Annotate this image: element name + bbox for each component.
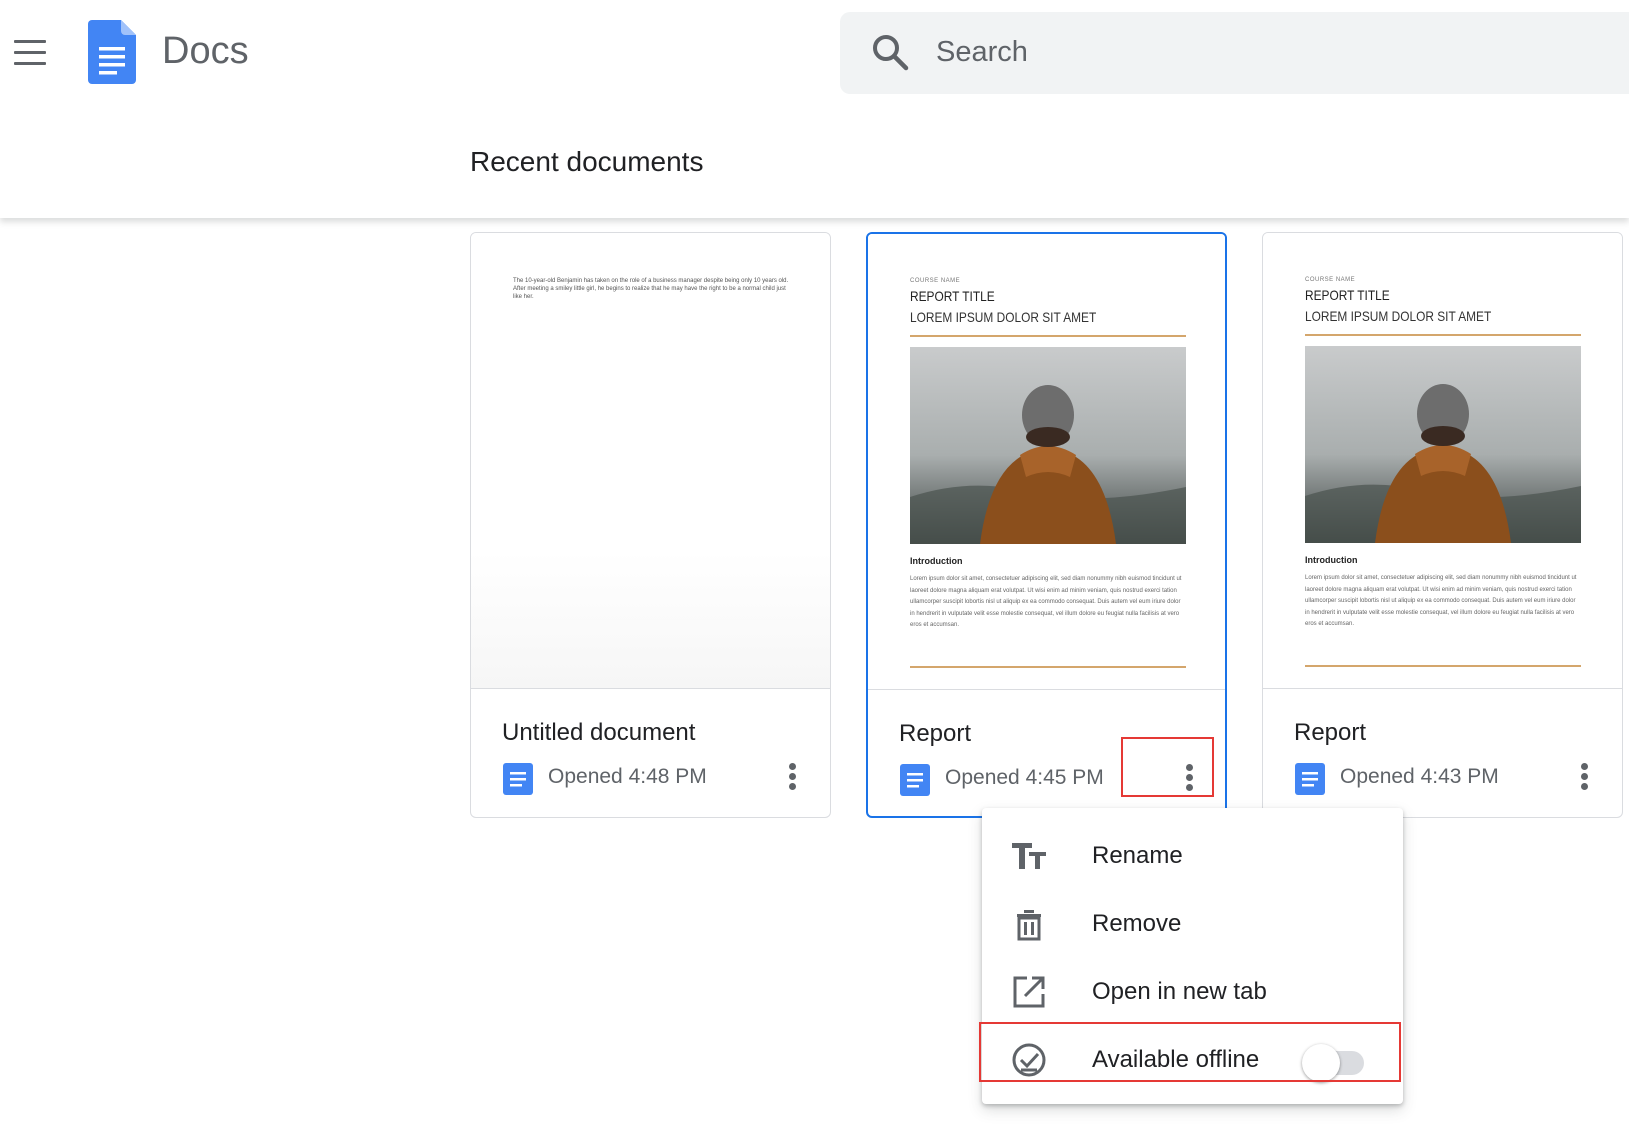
docs-file-icon (503, 763, 533, 795)
document-info: Report Opened 4:45 PM (868, 690, 1225, 816)
menu-label: Open in new tab (1092, 978, 1267, 1005)
docs-home: Docs Recent documents The 10-year-old Be… (0, 0, 1629, 1125)
preview-heading: Introduction (1305, 555, 1358, 565)
docs-file-icon (900, 764, 930, 796)
document-context-menu: Rename Remove Open in new tab Available … (982, 808, 1403, 1104)
document-thumbnail[interactable]: COURSE NAME REPORT TITLE LOREM IPSUM DOL… (868, 234, 1225, 690)
app-title[interactable]: Docs (162, 30, 249, 73)
preview-photo (910, 347, 1186, 544)
preview-rule (910, 666, 1186, 668)
preview-subtitle: LOREM IPSUM DOLOR SIT AMET (910, 309, 1097, 325)
document-thumbnail[interactable]: COURSE NAME REPORT TITLE LOREM IPSUM DOL… (1263, 233, 1622, 689)
search-bar[interactable] (840, 12, 1629, 94)
menu-item-remove[interactable]: Remove (982, 890, 1403, 958)
document-title: Report (899, 720, 972, 747)
more-options-icon[interactable] (781, 759, 805, 795)
menu-label: Remove (1092, 910, 1182, 937)
toggle-knob (1302, 1044, 1340, 1082)
menu-item-rename[interactable]: Rename (982, 822, 1403, 890)
menu-label: Rename (1092, 842, 1183, 869)
docs-logo-icon[interactable] (88, 20, 136, 84)
offline-toggle[interactable] (1302, 1044, 1366, 1082)
document-opened-time: Opened 4:48 PM (548, 765, 707, 788)
preview-course: COURSE NAME (1305, 277, 1356, 283)
preview-rule (1305, 334, 1581, 336)
document-thumbnail[interactable]: The 10-year-old Benjamin has taken on th… (471, 233, 830, 689)
preview-subtitle: LOREM IPSUM DOLOR SIT AMET (1305, 308, 1492, 324)
document-info: Untitled document Opened 4:48 PM (471, 689, 830, 817)
preview-heading: Introduction (910, 556, 963, 566)
menu-item-available-offline[interactable]: Available offline (982, 1026, 1403, 1094)
main-menu-icon[interactable] (14, 40, 48, 66)
preview-text: The 10-year-old Benjamin has taken on th… (513, 278, 789, 300)
menu-label: Available offline (1092, 1046, 1260, 1073)
preview-title: REPORT TITLE (1305, 287, 1390, 303)
trash-icon (1017, 910, 1041, 941)
document-info: Report Opened 4:43 PM (1263, 689, 1622, 817)
preview-body: Lorem ipsum dolor sit amet, consectetuer… (910, 576, 1182, 628)
document-card[interactable]: The 10-year-old Benjamin has taken on th… (470, 232, 831, 818)
menu-item-open-new-tab[interactable]: Open in new tab (982, 958, 1403, 1026)
search-icon[interactable] (870, 32, 910, 72)
document-title: Untitled document (502, 719, 696, 746)
app-header: Docs Recent documents (0, 0, 1629, 218)
document-card-selected[interactable]: COURSE NAME REPORT TITLE LOREM IPSUM DOL… (866, 232, 1227, 818)
document-card[interactable]: COURSE NAME REPORT TITLE LOREM IPSUM DOL… (1262, 232, 1623, 818)
preview-course: COURSE NAME (910, 278, 961, 284)
document-opened-time: Opened 4:43 PM (1340, 765, 1499, 788)
open-in-new-icon (1013, 976, 1045, 1008)
more-options-icon[interactable] (1573, 759, 1597, 795)
more-options-icon[interactable] (1178, 760, 1202, 796)
preview-body: Lorem ipsum dolor sit amet, consectetuer… (1305, 575, 1577, 627)
document-opened-time: Opened 4:45 PM (945, 766, 1104, 789)
preview-rule (910, 335, 1186, 337)
preview-rule (1305, 665, 1581, 667)
document-title: Report (1294, 719, 1367, 746)
section-title: Recent documents (470, 146, 704, 177)
preview-photo (1305, 346, 1581, 543)
search-input[interactable] (936, 30, 1596, 74)
offline-check-icon (1012, 1043, 1046, 1077)
preview-title: REPORT TITLE (910, 288, 995, 304)
text-format-icon (1012, 843, 1046, 869)
docs-file-icon (1295, 763, 1325, 795)
